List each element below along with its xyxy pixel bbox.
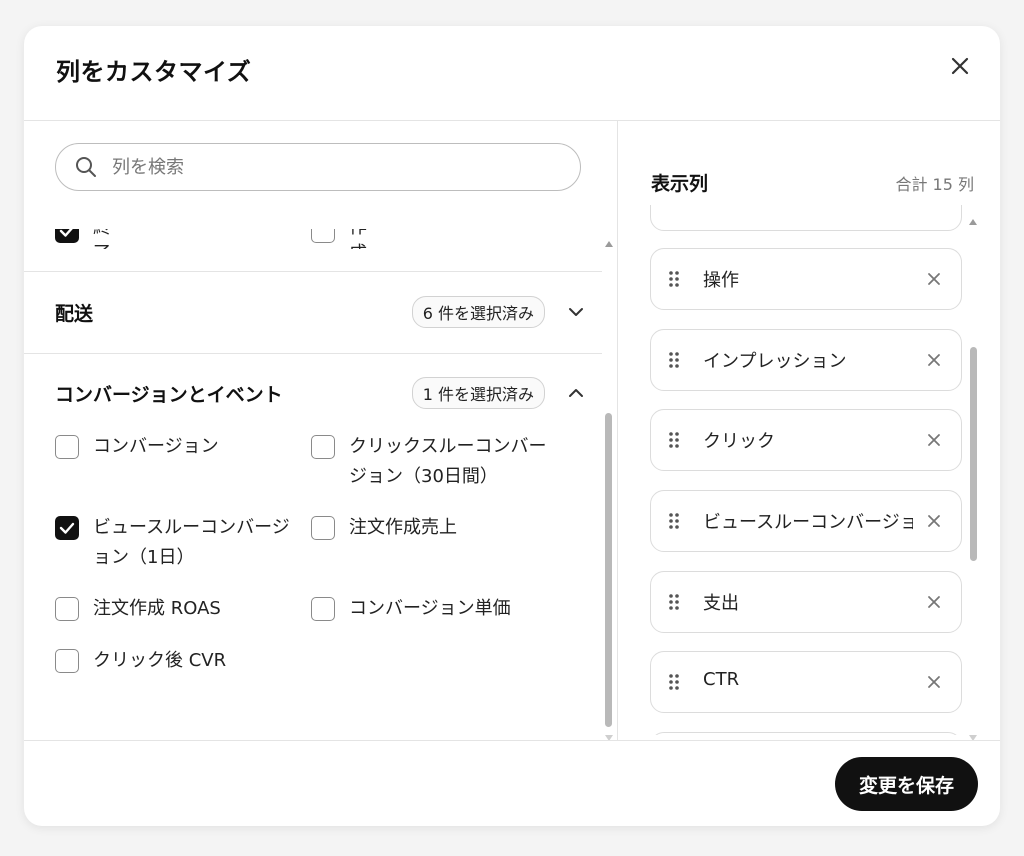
option-click-through-conversions[interactable]: クリックスルーコンバー ジョン（30日間） <box>311 432 546 492</box>
option-label: 作成日 <box>349 229 367 249</box>
dialog-footer: 変更を保存 <box>24 740 1000 826</box>
column-item[interactable]: ビュースルーコンバージョン（... <box>650 490 962 552</box>
scroll-up-arrow-icon[interactable] <box>969 219 977 225</box>
drag-handle-icon[interactable] <box>667 511 681 531</box>
option-view-through-conversions[interactable]: ビュースルーコンバージ ョン（1日） <box>55 513 290 573</box>
option-label: コンバージョン単価 <box>349 598 511 619</box>
remove-column-icon[interactable] <box>925 431 943 449</box>
column-name: クリック <box>703 431 775 452</box>
remove-column-icon[interactable] <box>925 593 943 611</box>
save-changes-button[interactable]: 変更を保存 <box>834 757 978 811</box>
option-label: 注文作成 ROAS <box>93 598 221 619</box>
scroll-up-arrow-icon[interactable] <box>605 241 613 247</box>
visible-columns-list: 操作 インプレッション クリック ビュースルーコンバージョ 支出 CTR <box>650 205 964 735</box>
option-label: クリック後 CVR <box>93 650 227 671</box>
clipped-option-row: 終了日 作成日 <box>55 229 575 249</box>
drag-handle-icon[interactable] <box>667 269 681 289</box>
checkbox-checked[interactable] <box>55 516 79 540</box>
column-search-box[interactable] <box>55 143 581 191</box>
scrollbar-thumb[interactable] <box>605 413 612 727</box>
label-line: ビュースルーコンバージ <box>93 517 290 538</box>
option-label: クリックスルーコンバー ジョン（30日間） <box>349 432 546 492</box>
column-name: 支出 <box>703 593 739 614</box>
checkbox[interactable] <box>311 516 335 540</box>
checkbox[interactable] <box>311 229 335 243</box>
column-name: ビュースルーコンバージョン（... <box>703 512 913 533</box>
label-line: ョン（1日） <box>93 547 195 568</box>
column-search-input[interactable] <box>110 155 554 179</box>
label-line: クリックスルーコンバー <box>349 436 547 457</box>
check-icon <box>59 522 75 534</box>
option-order-roas[interactable]: 注文作成 ROAS <box>55 594 221 624</box>
dialog-header: 列をカスタマイズ <box>24 26 1000 121</box>
option-label: 終了日 <box>93 229 111 249</box>
option-cost-per-conversion[interactable]: コンバージョン単価 <box>311 594 511 624</box>
section-delivery[interactable]: 配送 6 件を選択済み <box>55 292 595 332</box>
section-conversions-events[interactable]: コンバージョンとイベント 1 件を選択済み <box>55 373 595 413</box>
drag-handle-icon[interactable] <box>667 350 681 370</box>
drag-handle-icon[interactable] <box>667 430 681 450</box>
checkbox[interactable] <box>311 597 335 621</box>
drag-handle-icon[interactable] <box>667 672 681 692</box>
dialog-title: 列をカスタマイズ <box>56 58 252 86</box>
chevron-down-icon[interactable] <box>565 301 587 323</box>
remove-column-icon[interactable] <box>925 512 943 530</box>
option-label: 注文作成売上 <box>349 517 457 538</box>
checkbox[interactable] <box>55 435 79 459</box>
column-item[interactable]: クリック <box>650 409 962 471</box>
section-title: 配送 <box>55 302 94 325</box>
checkbox-checked[interactable] <box>55 229 79 243</box>
column-item-clipped[interactable] <box>650 205 962 231</box>
close-icon <box>951 57 969 75</box>
checkbox[interactable] <box>311 435 335 459</box>
divider <box>24 353 602 354</box>
checkbox[interactable] <box>55 649 79 673</box>
column-name: CTR <box>703 669 740 690</box>
column-name: 操作 <box>703 270 739 291</box>
left-scrollbar[interactable] <box>604 237 614 740</box>
customize-columns-dialog: 列をカスタマイズ 終了日 作成日 <box>24 26 1000 826</box>
remove-column-icon[interactable] <box>925 673 943 691</box>
drag-handle-icon[interactable] <box>667 592 681 612</box>
available-columns-pane: 終了日 作成日 配送 6 件を選択済み コンバージョンとイベント 1 件を選択済… <box>24 121 618 740</box>
remove-column-icon[interactable] <box>925 270 943 288</box>
column-name: インプレッション <box>703 351 847 372</box>
option-label: ビュースルーコンバージ ョン（1日） <box>93 513 290 573</box>
search-icon <box>76 157 96 177</box>
column-item[interactable]: 操作 <box>650 248 962 310</box>
column-item-clipped[interactable] <box>650 732 962 735</box>
chevron-up-icon[interactable] <box>565 382 587 404</box>
check-icon <box>59 229 73 237</box>
option-conversions[interactable]: コンバージョン <box>55 432 219 462</box>
visible-columns-title: 表示列 <box>651 173 709 195</box>
option-post-click-cvr[interactable]: クリック後 CVR <box>55 646 226 676</box>
option-order-sales[interactable]: 注文作成売上 <box>311 513 457 543</box>
label-line: ジョン（30日間） <box>349 466 498 487</box>
column-item[interactable]: 支出 <box>650 571 962 633</box>
divider <box>24 271 602 272</box>
remove-column-icon[interactable] <box>925 351 943 369</box>
selected-count-badge: 1 件を選択済み <box>411 377 545 409</box>
column-item[interactable]: インプレッション <box>650 329 962 391</box>
visible-columns-pane: 表示列 合計 15 列 操作 インプレッション クリック ビュースルーコンバージ… <box>618 121 1000 740</box>
close-button[interactable] <box>946 52 974 80</box>
option-label: コンバージョン <box>93 436 219 457</box>
scrollbar-thumb[interactable] <box>970 347 977 561</box>
checkbox[interactable] <box>55 597 79 621</box>
visible-columns-total: 合計 15 列 <box>895 175 974 194</box>
column-item[interactable]: CTR <box>650 651 962 713</box>
section-title: コンバージョンとイベント <box>55 383 283 406</box>
selected-count-badge: 6 件を選択済み <box>411 296 545 328</box>
right-scrollbar[interactable] <box>968 215 978 740</box>
